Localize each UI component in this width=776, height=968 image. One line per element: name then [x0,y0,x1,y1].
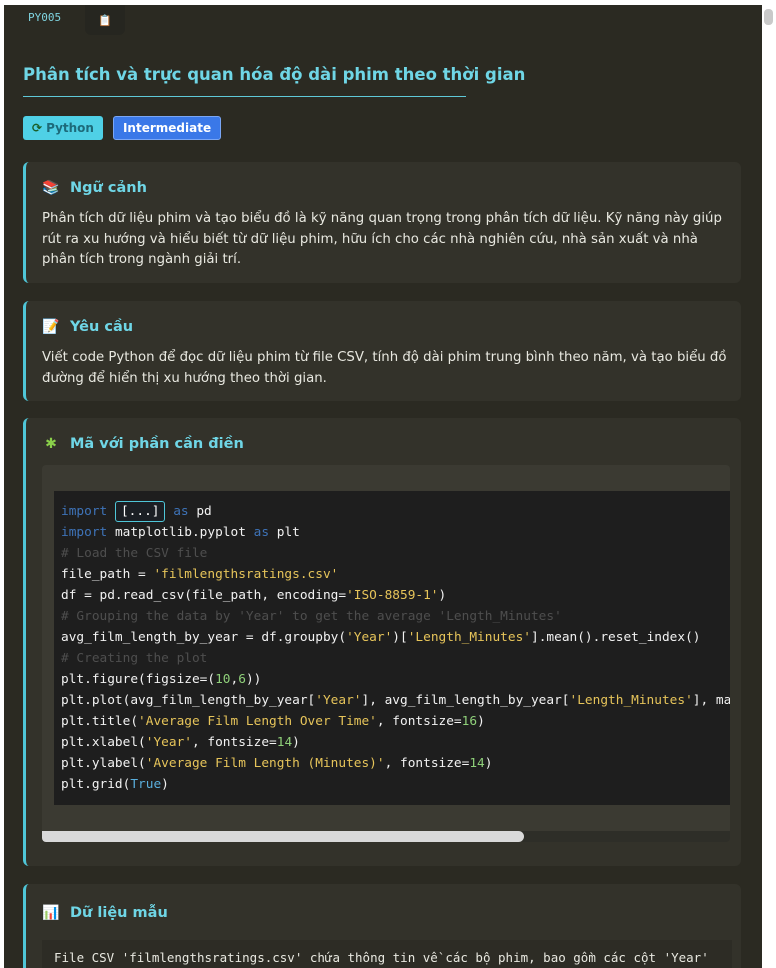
code-heading: ✱ Mã với phần cần điền [42,435,244,453]
context-heading: 📚 Ngữ cảnh [42,179,147,197]
page-scrollbar-thumb[interactable] [764,9,773,25]
books-icon: 📚 [42,180,60,196]
puzzle-icon: ✱ [45,436,57,452]
level-badge: Intermediate [112,116,222,140]
code-editor: import [...] as pd import matplotlib.pyp… [54,491,730,805]
scrollbar-thumb[interactable] [42,831,524,842]
code-container: import [...] as pd import matplotlib.pyp… [42,465,730,842]
page-scrollbar[interactable] [762,5,776,968]
sample-card: 📊 Dữ liệu mẫu File CSV 'filmlengthsratin… [23,884,741,968]
requirement-heading: 📝 Yêu cầu [42,318,133,336]
exercise-panel: PY005 📋 Phân tích và trực quan hóa độ dà… [4,5,762,968]
context-heading-label: Ngữ cảnh [70,180,147,196]
code-listing: import [...] as pd import matplotlib.pyp… [61,501,730,795]
requirement-heading-label: Yêu cầu [70,319,134,335]
requirement-card: 📝 Yêu cầu Viết code Python để đọc dữ liệ… [23,301,741,401]
code-heading-label: Mã với phần cần điền [70,436,244,452]
requirement-text: Viết code Python để đọc dữ liệu phim từ … [42,350,727,386]
language-badge-label: Python [46,121,94,135]
context-text: Phân tích dữ liệu phim và tạo biểu đồ là… [42,211,722,267]
tab-bar: PY005 📋 [4,5,126,35]
code-horizontal-scrollbar[interactable] [42,831,730,842]
memo-icon: 📝 [42,319,60,335]
sample-text: File CSV 'filmlengthsratings.csv' chứa t… [42,940,732,968]
sample-heading-label: Dữ liệu mẫu [70,905,168,921]
context-card: 📚 Ngữ cảnh Phân tích dữ liệu phim và tạo… [23,162,741,283]
fill-blank-input[interactable]: [...] [114,501,166,522]
page-title: Phân tích và trực quan hóa độ dài phim t… [23,65,525,97]
code-card: ✱ Mã với phần cần điền import [...] as p… [23,418,741,866]
python-icon: ⟳ [32,121,43,135]
clipboard-icon[interactable]: 📋 [85,5,126,35]
bar-chart-icon: 📊 [42,905,60,921]
badge-row: ⟳ Python Intermediate [23,116,222,140]
sample-heading: 📊 Dữ liệu mẫu [42,904,168,922]
exercise-id-tab[interactable]: PY005 [4,5,81,33]
language-badge: ⟳ Python [23,116,103,140]
